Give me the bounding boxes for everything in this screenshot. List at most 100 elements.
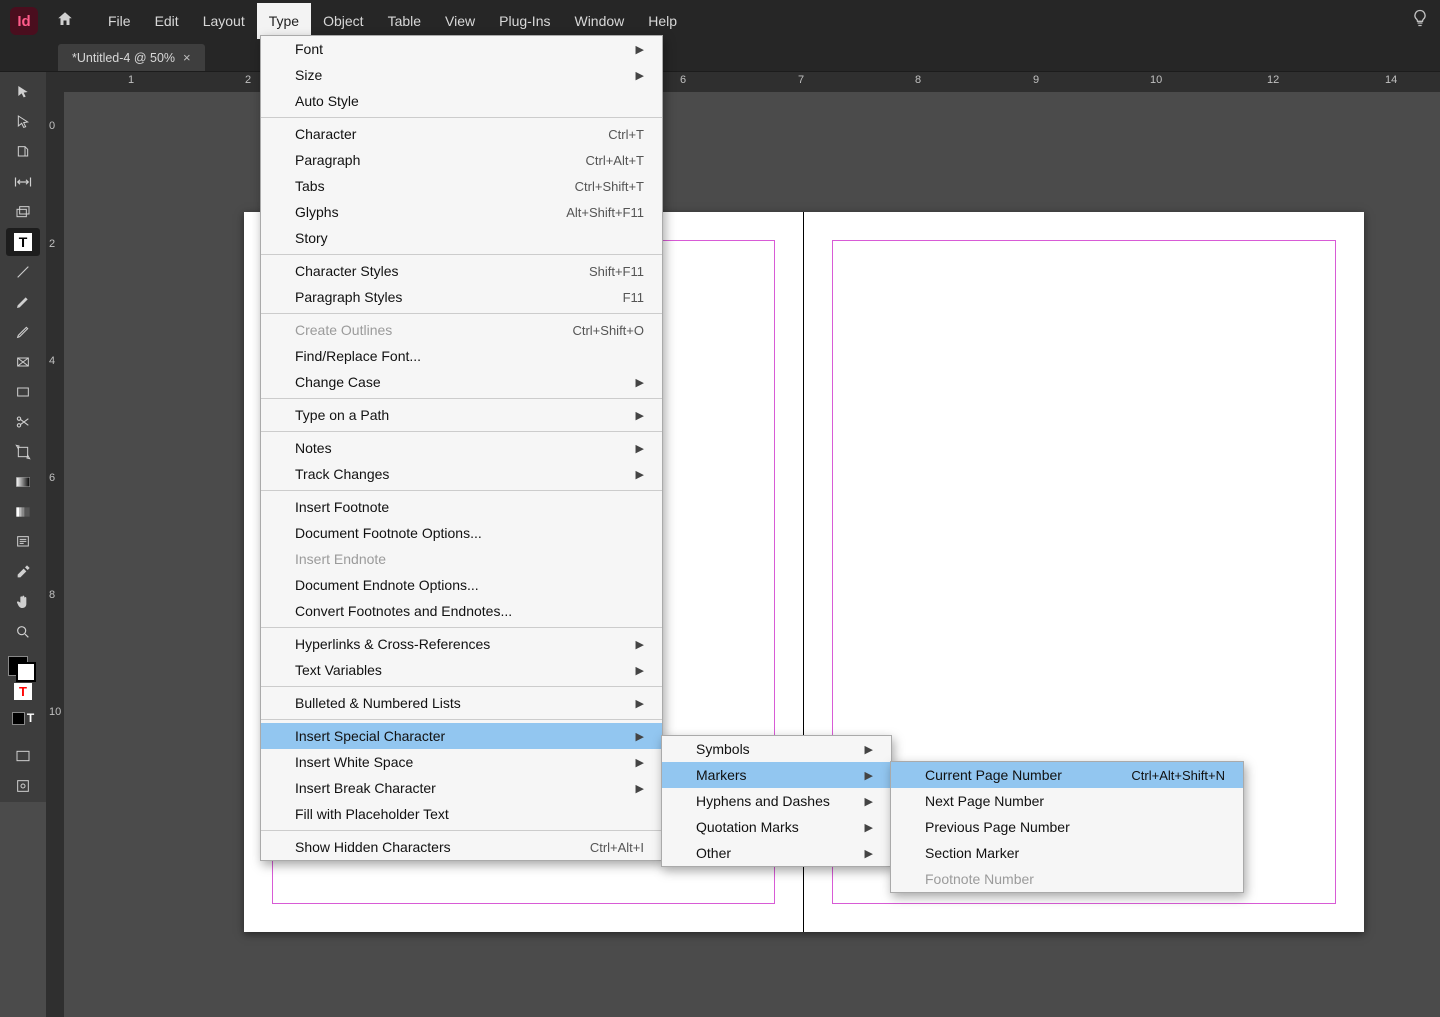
menuitem-label: Show Hidden Characters (295, 839, 451, 855)
content-collector-tool[interactable] (6, 198, 40, 226)
submenu-arrow-icon: ▶ (616, 409, 644, 422)
menuitem-story[interactable]: Story (261, 225, 662, 251)
submenu-arrow-icon: ▶ (616, 697, 644, 710)
gradient-feather-tool[interactable] (6, 498, 40, 526)
menuitem-size[interactable]: Size▶ (261, 62, 662, 88)
menuitem-label: Insert White Space (295, 754, 413, 770)
menuitem-current-page-number[interactable]: Current Page NumberCtrl+Alt+Shift+N (891, 762, 1243, 788)
menuitem-track-changes[interactable]: Track Changes▶ (261, 461, 662, 487)
menuitem-previous-page-number[interactable]: Previous Page Number (891, 814, 1243, 840)
home-icon[interactable] (56, 10, 74, 33)
menu-help[interactable]: Help (636, 3, 689, 39)
line-tool[interactable] (6, 258, 40, 286)
view-options[interactable] (6, 772, 40, 800)
menuitem-document-endnote-options-[interactable]: Document Endnote Options... (261, 572, 662, 598)
menuitem-text-variables[interactable]: Text Variables ▶ (261, 657, 662, 683)
menu-table[interactable]: Table (376, 3, 433, 39)
menuitem-label: Glyphs (295, 204, 339, 220)
menuitem-label: Insert Special Character (295, 728, 445, 744)
menuitem-next-page-number[interactable]: Next Page Number (891, 788, 1243, 814)
menuitem-change-case[interactable]: Change Case▶ (261, 369, 662, 395)
pen-tool[interactable] (6, 288, 40, 316)
ruler-tick: 10 (1150, 74, 1162, 86)
pencil-tool[interactable] (6, 318, 40, 346)
menuitem-insert-special-character[interactable]: Insert Special Character▶ (261, 723, 662, 749)
menuitem-character-styles[interactable]: Character StylesShift+F11 (261, 258, 662, 284)
shortcut-label: Ctrl+Shift+T (575, 179, 644, 194)
tips-icon[interactable] (1410, 8, 1430, 34)
menuitem-find-replace-font-[interactable]: Find/Replace Font... (261, 343, 662, 369)
menuitem-paragraph-styles[interactable]: Paragraph StylesF11 (261, 284, 662, 310)
menuitem-label: Document Footnote Options... (295, 525, 482, 541)
menuitem-bulleted-numbered-lists[interactable]: Bulleted & Numbered Lists▶ (261, 690, 662, 716)
menuitem-tabs[interactable]: TabsCtrl+Shift+T (261, 173, 662, 199)
menu-edit[interactable]: Edit (143, 3, 191, 39)
gap-tool[interactable] (6, 168, 40, 196)
menuitem-label: Footnote Number (925, 871, 1034, 887)
menu-type[interactable]: Type (257, 3, 311, 39)
fill-stroke-swap[interactable] (6, 656, 40, 678)
type-tool[interactable]: T (6, 228, 40, 256)
menu-view[interactable]: View (433, 3, 487, 39)
ruler-tick: 4 (49, 355, 55, 367)
menuitem-label: Symbols (696, 741, 750, 757)
gradient-swatch-tool[interactable] (6, 468, 40, 496)
menuitem-label: Create Outlines (295, 322, 392, 338)
menuitem-insert-white-space[interactable]: Insert White Space▶ (261, 749, 662, 775)
submenu-arrow-icon: ▶ (616, 782, 644, 795)
shortcut-label: Ctrl+Alt+I (590, 840, 644, 855)
submenu-arrow-icon: ▶ (616, 468, 644, 481)
menuitem-symbols[interactable]: Symbols▶ (662, 736, 891, 762)
menuitem-type-on-a-path[interactable]: Type on a Path▶ (261, 402, 662, 428)
scissors-tool[interactable] (6, 408, 40, 436)
document-tab[interactable]: *Untitled-4 @ 50% × (58, 44, 205, 71)
menu-plug-ins[interactable]: Plug-Ins (487, 3, 562, 39)
menuitem-show-hidden-characters[interactable]: Show Hidden Characters Ctrl+Alt+I (261, 834, 662, 860)
menuitem-fill-with-placeholder-text[interactable]: Fill with Placeholder Text (261, 801, 662, 827)
eyedropper-tool[interactable] (6, 558, 40, 586)
screen-mode[interactable] (6, 742, 40, 770)
ruler-tick: 6 (680, 74, 686, 86)
menuitem-other[interactable]: Other▶ (662, 840, 891, 866)
menuitem-section-marker[interactable]: Section Marker (891, 840, 1243, 866)
menuitem-insert-footnote[interactable]: Insert Footnote (261, 494, 662, 520)
zoom-tool[interactable] (6, 618, 40, 646)
menuitem-insert-break-character[interactable]: Insert Break Character▶ (261, 775, 662, 801)
menuitem-glyphs[interactable]: GlyphsAlt+Shift+F11 (261, 199, 662, 225)
menuitem-hyphens-and-dashes[interactable]: Hyphens and Dashes▶ (662, 788, 891, 814)
menu-file[interactable]: File (96, 3, 143, 39)
submenu-arrow-icon: ▶ (616, 664, 644, 677)
menuitem-quotation-marks[interactable]: Quotation Marks▶ (662, 814, 891, 840)
apply-color[interactable]: T (6, 704, 40, 732)
menuitem-label: Hyphens and Dashes (696, 793, 830, 809)
menu-layout[interactable]: Layout (191, 3, 257, 39)
formatting-affects-text[interactable]: T (6, 680, 40, 702)
rectangle-tool[interactable] (6, 378, 40, 406)
menuitem-convert-footnotes-and-endnotes-[interactable]: Convert Footnotes and Endnotes... (261, 598, 662, 624)
close-icon[interactable]: × (183, 50, 191, 65)
menu-object[interactable]: Object (311, 3, 375, 39)
menuitem-character[interactable]: CharacterCtrl+T (261, 121, 662, 147)
type-menu-dropdown: Font▶Size▶Auto StyleCharacterCtrl+TParag… (260, 35, 663, 861)
menuitem-hyperlinks-cross-references[interactable]: Hyperlinks & Cross-References▶ (261, 631, 662, 657)
page-tool[interactable] (6, 138, 40, 166)
selection-tool[interactable] (6, 78, 40, 106)
document-tabbar: *Untitled-4 @ 50% × (0, 42, 1440, 72)
note-tool[interactable] (6, 528, 40, 556)
menuitem-label: Text Variables (295, 662, 382, 678)
menuitem-paragraph[interactable]: ParagraphCtrl+Alt+T (261, 147, 662, 173)
menu-window[interactable]: Window (562, 3, 636, 39)
menuitem-markers[interactable]: Markers▶ (662, 762, 891, 788)
hand-tool[interactable] (6, 588, 40, 616)
rectangle-frame-tool[interactable] (6, 348, 40, 376)
menuitem-label: Quotation Marks (696, 819, 799, 835)
menuitem-document-footnote-options-[interactable]: Document Footnote Options... (261, 520, 662, 546)
menu-items: FileEditLayoutTypeObjectTableViewPlug-In… (96, 3, 689, 39)
direct-selection-tool[interactable] (6, 108, 40, 136)
menuitem-notes[interactable]: Notes▶ (261, 435, 662, 461)
free-transform-tool[interactable] (6, 438, 40, 466)
menuitem-label: Hyperlinks & Cross-References (295, 636, 490, 652)
menuitem-auto-style[interactable]: Auto Style (261, 88, 662, 114)
submenu-arrow-icon: ▶ (616, 43, 644, 56)
menuitem-font[interactable]: Font▶ (261, 36, 662, 62)
